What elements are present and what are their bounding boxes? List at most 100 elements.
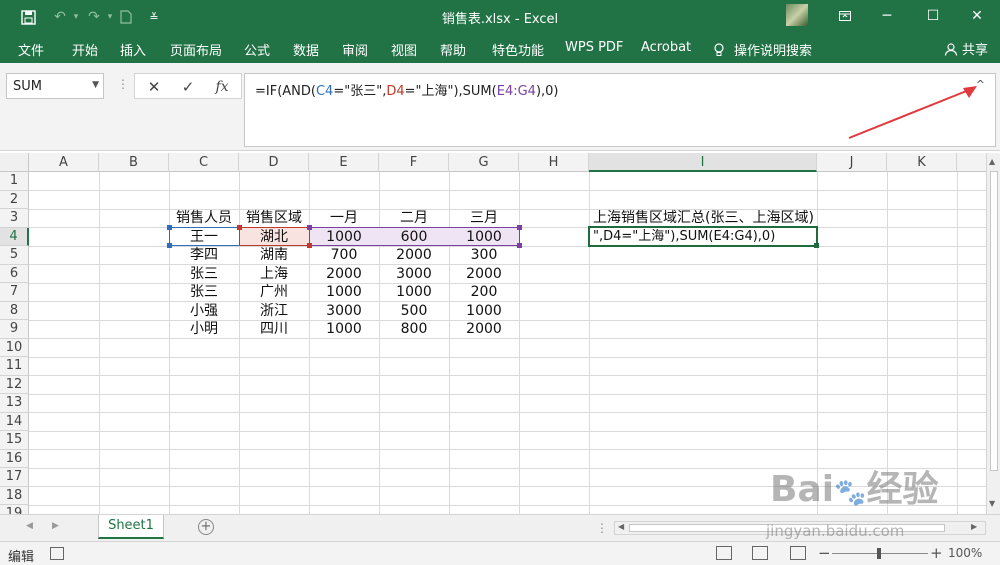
tell-me-search[interactable]: 操作说明搜索 <box>714 40 812 59</box>
row-header[interactable]: 10 <box>0 338 29 357</box>
row-header[interactable]: 5 <box>0 246 29 265</box>
share-button[interactable]: 共享 <box>944 39 988 58</box>
row-header[interactable]: 12 <box>0 375 29 394</box>
tab-review[interactable]: 审阅 <box>342 40 368 59</box>
row-header[interactable]: 19 <box>0 505 29 514</box>
table-cell[interactable]: 小明 <box>169 320 239 339</box>
table-cell[interactable]: 3000 <box>309 302 379 321</box>
row-header[interactable]: 16 <box>0 449 29 468</box>
sheet-tab[interactable]: Sheet1 <box>98 515 164 539</box>
zoom-in-icon[interactable]: + <box>930 544 943 562</box>
normal-view-icon[interactable] <box>716 546 732 560</box>
table-cell[interactable]: 1000 <box>449 302 519 321</box>
scroll-left-icon[interactable]: ◀ <box>618 522 624 531</box>
row-header[interactable]: 17 <box>0 468 29 487</box>
table-cell[interactable]: 200 <box>449 283 519 302</box>
table-cell[interactable]: 2000 <box>379 246 449 265</box>
scroll-right-icon[interactable]: ▶ <box>971 522 977 531</box>
column-header-b[interactable]: B <box>99 153 169 172</box>
column-header-g[interactable]: G <box>449 153 519 172</box>
select-all-corner[interactable] <box>0 153 29 172</box>
zoom-slider-knob[interactable] <box>877 548 881 559</box>
row-header[interactable]: 11 <box>0 357 29 376</box>
zoom-out-icon[interactable]: − <box>818 544 831 562</box>
table-cell[interactable]: 1000 <box>309 283 379 302</box>
account-avatar[interactable] <box>786 4 808 26</box>
row-header[interactable]: 2 <box>0 190 29 209</box>
tab-acrobat[interactable]: Acrobat <box>641 40 691 55</box>
enter-icon[interactable]: ✓ <box>177 77 199 97</box>
grip-icon[interactable]: ⋮ <box>117 77 129 91</box>
spreadsheet-grid[interactable]: A B C D E F G H I J K 1 2 3 4 5 6 7 8 9 … <box>0 153 986 514</box>
table-header-cell[interactable]: 销售区域 <box>239 209 309 228</box>
table-cell[interactable]: 1000 <box>309 228 379 247</box>
zoom-level[interactable]: 100% <box>948 546 982 560</box>
table-header-cell[interactable]: 三月 <box>449 209 519 228</box>
column-header-e[interactable]: E <box>309 153 379 172</box>
maximize-icon[interactable]: ☐ <box>910 5 956 27</box>
name-box[interactable]: SUM ▼ <box>6 73 104 99</box>
ribbon-display-icon[interactable] <box>822 5 868 27</box>
table-cell[interactable]: 700 <box>309 246 379 265</box>
table-cell[interactable]: 300 <box>449 246 519 265</box>
chevron-down-icon[interactable]: ▼ <box>92 80 99 90</box>
table-cell[interactable]: 2000 <box>449 320 519 339</box>
tab-file[interactable]: 文件 <box>18 40 44 59</box>
table-cell[interactable]: 湖南 <box>239 246 309 265</box>
row-header[interactable]: 14 <box>0 412 29 431</box>
column-header-h[interactable]: H <box>519 153 589 172</box>
table-cell[interactable]: 浙江 <box>239 302 309 321</box>
cancel-icon[interactable]: ✕ <box>143 77 165 97</box>
tab-insert[interactable]: 插入 <box>120 40 146 59</box>
prev-sheet-icon[interactable]: ◀ <box>26 521 33 531</box>
scroll-down-icon[interactable]: ▼ <box>989 499 995 508</box>
table-cell[interactable]: 600 <box>379 228 449 247</box>
row-header[interactable]: 8 <box>0 301 29 320</box>
table-cell[interactable]: 广州 <box>239 283 309 302</box>
page-layout-view-icon[interactable] <box>752 546 768 560</box>
tab-special-features[interactable]: 特色功能 <box>492 40 544 59</box>
column-header-d[interactable]: D <box>239 153 309 172</box>
column-header-f[interactable]: F <box>379 153 449 172</box>
column-header-i[interactable]: I <box>589 153 817 172</box>
column-header-j[interactable]: J <box>817 153 887 172</box>
next-sheet-icon[interactable]: ▶ <box>52 521 59 531</box>
table-header-cell[interactable]: 一月 <box>309 209 379 228</box>
table-header-cell[interactable]: 销售人员 <box>169 209 239 228</box>
split-handle-icon[interactable]: ⋮ <box>596 521 608 535</box>
table-cell[interactable]: 1000 <box>449 228 519 247</box>
scrollbar-thumb[interactable] <box>629 524 945 532</box>
fill-handle[interactable] <box>814 243 819 248</box>
scroll-up-icon[interactable]: ▲ <box>989 157 995 166</box>
table-cell[interactable]: 湖北 <box>239 228 309 247</box>
row-header[interactable]: 15 <box>0 431 29 450</box>
row-header[interactable]: 6 <box>0 264 29 283</box>
scrollbar-thumb[interactable] <box>990 171 998 471</box>
row-header[interactable]: 4 <box>0 227 29 246</box>
table-cell[interactable]: 张三 <box>169 265 239 284</box>
table-cell[interactable]: 2000 <box>309 265 379 284</box>
table-cell[interactable]: 1000 <box>379 283 449 302</box>
column-header-c[interactable]: C <box>169 153 239 172</box>
table-cell[interactable]: 800 <box>379 320 449 339</box>
tab-wps-pdf[interactable]: WPS PDF <box>565 40 623 55</box>
table-cell[interactable]: 3000 <box>379 265 449 284</box>
table-cell[interactable]: 四川 <box>239 320 309 339</box>
tab-page-layout[interactable]: 页面布局 <box>170 40 222 59</box>
table-cell[interactable]: 李四 <box>169 246 239 265</box>
table-cell[interactable]: 王一 <box>169 228 239 247</box>
column-header-next[interactable] <box>957 153 986 172</box>
table-cell[interactable]: 张三 <box>169 283 239 302</box>
row-header[interactable]: 13 <box>0 394 29 413</box>
horizontal-scrollbar[interactable]: ◀ ▶ <box>614 521 986 535</box>
tab-view[interactable]: 视图 <box>391 40 417 59</box>
tab-help[interactable]: 帮助 <box>440 40 466 59</box>
row-header[interactable]: 7 <box>0 283 29 302</box>
column-header-a[interactable]: A <box>29 153 99 172</box>
summary-label-cell[interactable]: 上海销售区域汇总(张三、上海区域) <box>589 209 817 228</box>
row-header[interactable]: 18 <box>0 486 29 505</box>
row-header[interactable]: 9 <box>0 320 29 339</box>
table-cell[interactable]: 小强 <box>169 302 239 321</box>
table-cell[interactable]: 500 <box>379 302 449 321</box>
row-header[interactable]: 3 <box>0 209 29 228</box>
